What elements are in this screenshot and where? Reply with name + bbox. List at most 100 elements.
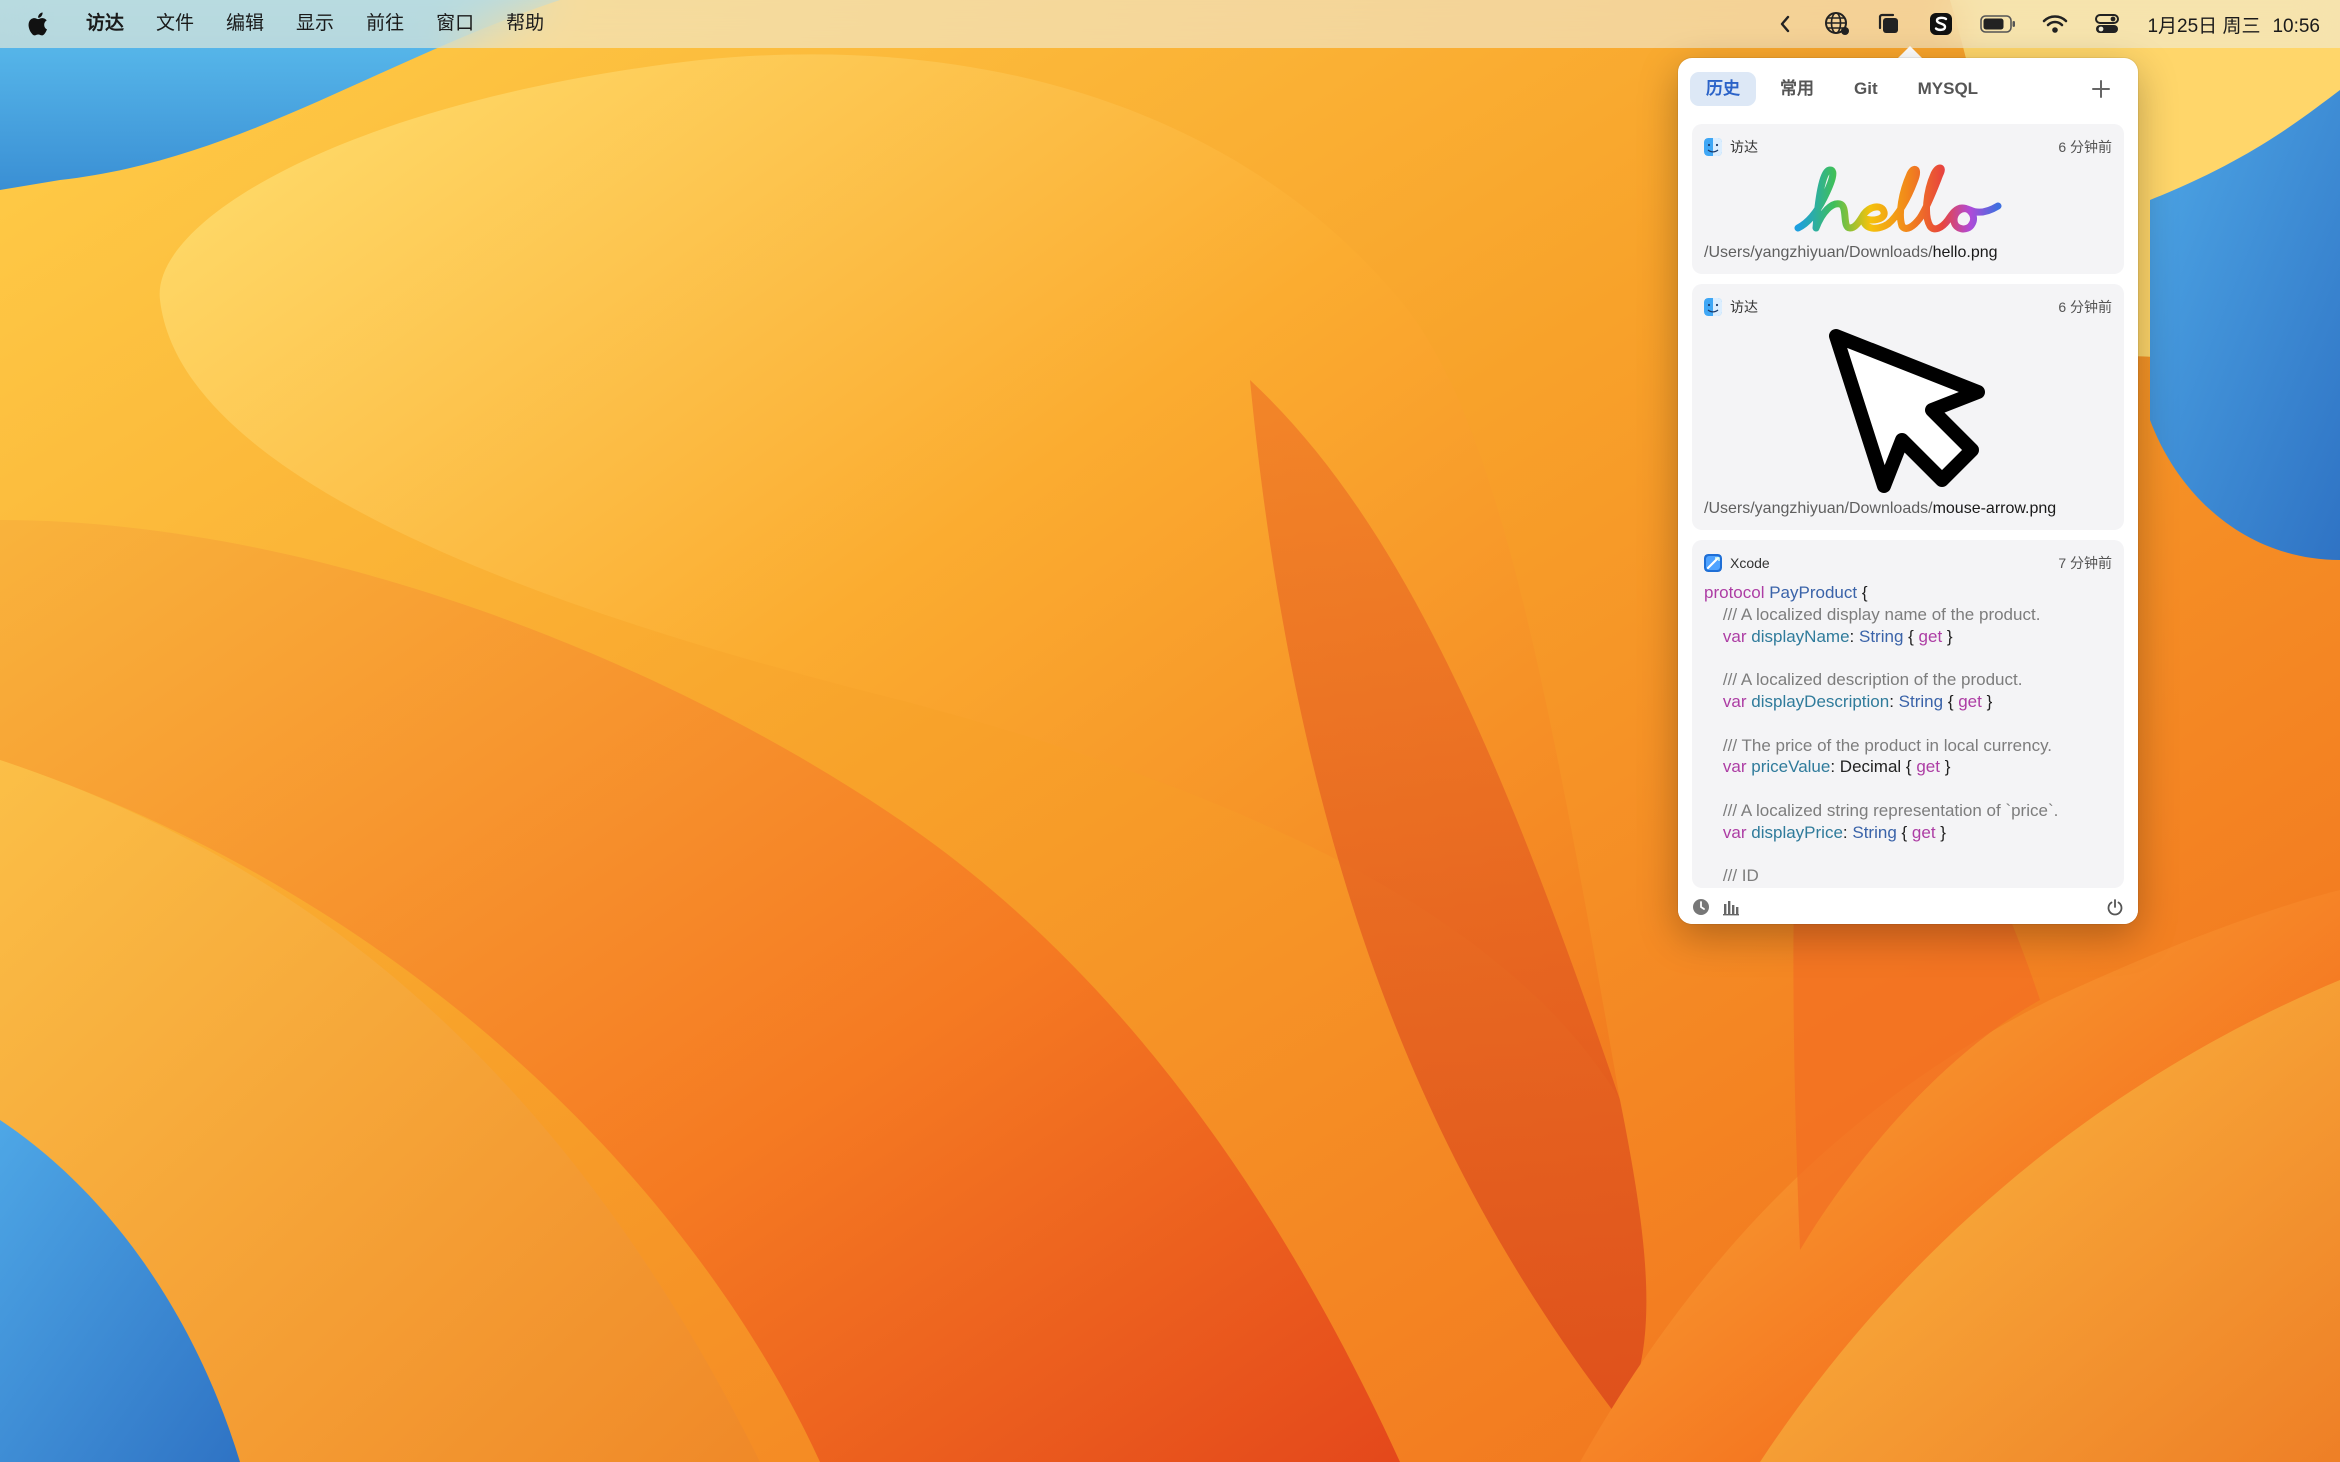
code-type: PayProduct — [1769, 583, 1858, 602]
item-app-name: 访达 — [1730, 139, 1758, 155]
code-plain: : — [1842, 822, 1853, 842]
code-keyword: var — [1722, 691, 1747, 711]
menu-edit[interactable]: 编辑 — [210, 0, 280, 48]
tab-mysql[interactable]: MYSQL — [1902, 72, 1994, 106]
item-time: 6 分钟前 — [2058, 299, 2112, 315]
chevron-left-icon[interactable] — [1770, 9, 1800, 39]
s-app-icon[interactable] — [1926, 9, 1956, 39]
item-path: /Users/yangzhiyuan/Downloads/mouse-arrow… — [1704, 500, 2056, 518]
clipboard-item-mouse-arrow[interactable]: 访达 6 分钟前 /Users/yangzhiyuan/Downloads/mo… — [1692, 284, 2124, 530]
menu-app-name[interactable]: 访达 — [70, 0, 140, 48]
code-line: var priceValue: Decimal { get } — [1704, 756, 2114, 778]
code-line: var displayName: String { get } — [1704, 626, 2114, 648]
code-line: var displayPrice: String { get } — [1704, 822, 2114, 844]
finder-icon — [1704, 138, 1722, 156]
code-plain: } — [1981, 691, 1993, 711]
code-type: String — [1898, 691, 1944, 711]
item-app-name: Xcode — [1730, 555, 1770, 571]
battery-icon[interactable] — [1978, 9, 2018, 39]
clipboard-item-hello[interactable]: 访达 6 分钟前 /Users/yangzhiyuan/Downloads/he… — [1692, 124, 2124, 274]
code-line: protocol PayProduct { — [1704, 582, 2114, 604]
code-plain: { — [1901, 757, 1917, 777]
tab-git[interactable]: Git — [1838, 72, 1894, 106]
code-plain: { — [1903, 626, 1919, 646]
menu-view[interactable]: 显示 — [280, 0, 350, 48]
clipboard-item-xcode-code[interactable]: Xcode 7 分钟前 protocol PayProduct { /// A … — [1692, 540, 2124, 888]
code-property: displayDescription — [1751, 691, 1890, 711]
apple-logo-icon[interactable] — [26, 11, 48, 37]
panel-tabs: 历史 常用 Git MYSQL — [1690, 72, 2126, 106]
item-path-prefix: /Users/yangzhiyuan/Downloads/ — [1704, 500, 1933, 517]
item-path-prefix: /Users/yangzhiyuan/Downloads/ — [1704, 244, 1933, 261]
control-center-icon[interactable] — [2092, 9, 2122, 39]
xcode-icon — [1704, 554, 1722, 572]
code-property: displayPrice — [1751, 822, 1843, 842]
menu-help[interactable]: 帮助 — [490, 0, 560, 48]
code-keyword: var — [1722, 822, 1747, 842]
history-clock-icon[interactable] — [1690, 896, 1712, 918]
item-path: /Users/yangzhiyuan/Downloads/hello.png — [1704, 244, 1998, 262]
code-plain: } — [1939, 757, 1951, 777]
menubar-clock[interactable]: 1月25日 周三 10:56 — [2147, 11, 2320, 38]
item-time: 6 分钟前 — [2058, 139, 2112, 155]
wifi-icon[interactable] — [2040, 9, 2070, 39]
item-filename: hello.png — [1932, 244, 1998, 261]
code-plain-type: Decimal — [1839, 757, 1902, 777]
stats-bars-icon[interactable] — [1720, 896, 1742, 918]
finder-icon — [1704, 298, 1722, 316]
menu-bar: 访达 文件 编辑 显示 前往 窗口 帮助 1月25日 周三 10:56 — [0, 0, 2340, 48]
code-keyword: get — [1916, 757, 1940, 777]
hello-image-preview — [1794, 164, 2002, 233]
item-filename: mouse-arrow.png — [1932, 500, 2057, 517]
plus-icon[interactable] — [2084, 72, 2118, 106]
power-icon[interactable] — [2104, 896, 2126, 918]
code-plain: { — [1943, 691, 1959, 711]
panel-caret — [1898, 46, 1922, 58]
code-comment: /// ID — [1704, 866, 1759, 886]
clipboard-icon[interactable] — [1874, 9, 1904, 39]
code-comment: /// A localized description of the produ… — [1704, 670, 2023, 690]
code-property: displayName — [1751, 626, 1850, 646]
code-comment: /// A localized string representation of… — [1704, 800, 2059, 820]
tab-history[interactable]: 历史 — [1690, 72, 1756, 106]
globe-icon[interactable] — [1822, 9, 1852, 39]
code-plain: } — [1942, 626, 1953, 646]
code-preview: protocol PayProduct { /// A localized di… — [1704, 582, 2114, 887]
code-keyword: get — [1958, 691, 1982, 711]
item-app-name: 访达 — [1730, 299, 1758, 315]
code-keyword: protocol — [1704, 583, 1765, 602]
menu-file[interactable]: 文件 — [140, 0, 210, 48]
mouse-arrow-image-preview — [1829, 329, 1985, 493]
code-line: var displayDescription: String { get } — [1704, 691, 2114, 713]
code-plain: { — [1896, 822, 1912, 842]
code-comment: /// The price of the product in local cu… — [1704, 735, 2053, 755]
tab-favorites[interactable]: 常用 — [1764, 72, 1830, 106]
code-comment: /// A localized display name of the prod… — [1704, 604, 2041, 624]
code-plain: : — [1889, 691, 1899, 711]
code-plain: { — [1857, 583, 1868, 602]
code-keyword: get — [1911, 822, 1936, 842]
code-property: priceValue — [1751, 757, 1831, 777]
item-time: 7 分钟前 — [2058, 555, 2112, 571]
code-type: String — [1852, 822, 1897, 842]
menu-window[interactable]: 窗口 — [420, 0, 490, 48]
code-plain: } — [1935, 822, 1946, 842]
code-keyword: var — [1722, 757, 1747, 777]
code-type: String — [1858, 626, 1904, 646]
code-keyword: var — [1722, 626, 1747, 646]
code-plain: : — [1830, 757, 1840, 777]
code-keyword: get — [1918, 626, 1943, 646]
menu-go[interactable]: 前往 — [350, 0, 420, 48]
panel-footer — [1678, 890, 2138, 924]
clipboard-history-panel: 历史 常用 Git MYSQL 访达 6 分钟前 /Users/yangzhiy… — [1678, 58, 2138, 924]
clock-time: 10:56 — [2272, 15, 2320, 37]
clock-date: 1月25日 周三 — [2147, 15, 2261, 37]
